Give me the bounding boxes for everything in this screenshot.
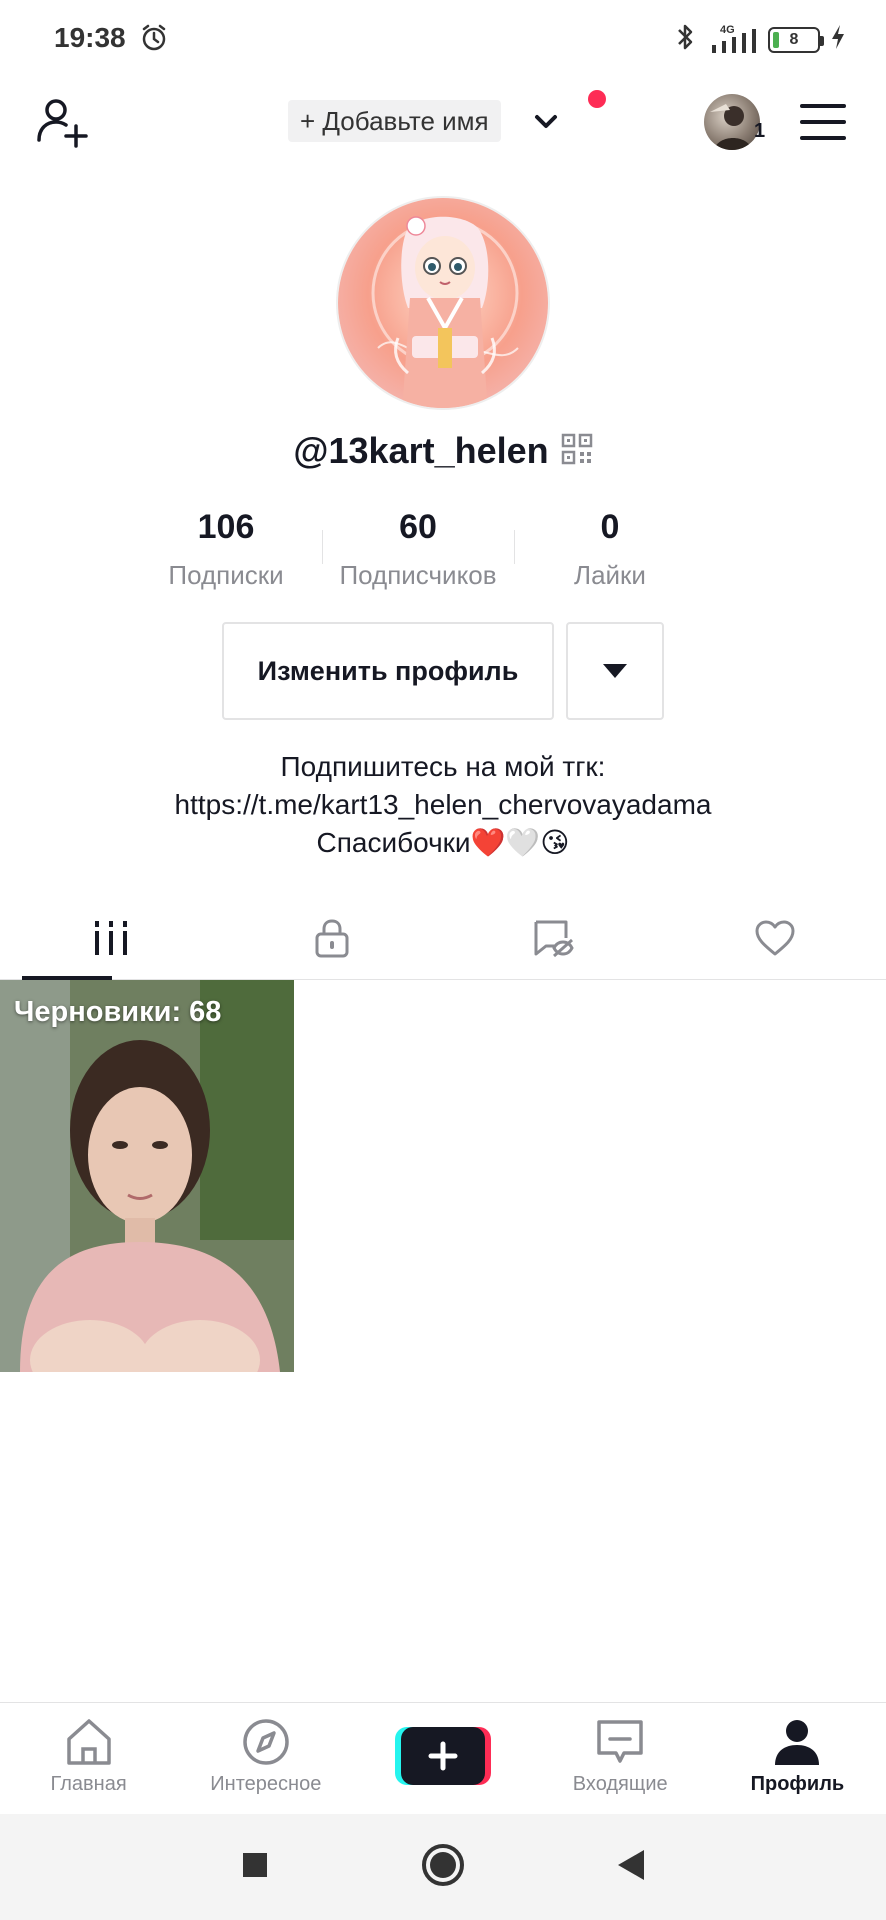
nav-discover[interactable]: Интересное [177, 1703, 354, 1814]
plus-icon [428, 1741, 458, 1771]
stat-following-value: 106 [197, 508, 255, 546]
account-count: 1 [754, 120, 766, 142]
bio-line: Спасибочки❤️🤍😘 [316, 827, 570, 858]
bio-link[interactable]: https://t.me/kart13_helen_chervovayadama [0, 786, 886, 824]
more-options-button[interactable] [566, 622, 664, 720]
create-button[interactable] [395, 1727, 491, 1785]
account-switch-avatar[interactable] [704, 94, 760, 150]
tab-videos[interactable] [0, 896, 222, 980]
nav-inbox-label: Входящие [572, 1773, 668, 1795]
add-name-button[interactable]: + Добавьте имя [288, 100, 501, 142]
qr-code-icon[interactable] [561, 433, 593, 470]
stat-likes[interactable]: 0 Лайки [514, 500, 706, 591]
alarm-icon [138, 22, 170, 59]
drafts-thumbnail [0, 980, 294, 1372]
nav-profile[interactable]: Профиль [709, 1703, 886, 1814]
battery-indicator: 8 [768, 26, 824, 53]
hamburger-menu-icon[interactable] [800, 104, 846, 140]
heart-icon [755, 920, 795, 955]
caret-down-icon [603, 664, 627, 678]
edit-profile-button[interactable]: Изменить профиль [222, 622, 554, 720]
nav-home[interactable]: Главная [0, 1703, 177, 1814]
bottom-navigation: Главная Интересное Входящие Профиль [0, 1702, 886, 1814]
nav-discover-label: Интересное [210, 1773, 322, 1795]
status-icons: 4G 8 [672, 22, 846, 57]
nav-inbox[interactable]: Входящие [532, 1703, 709, 1814]
content-tabs [0, 896, 886, 980]
nav-home-label: Главная [50, 1773, 127, 1795]
status-bar: 19:38 4G 8 [0, 0, 886, 80]
home-circle-icon[interactable] [420, 1842, 466, 1893]
bluetooth-icon [672, 22, 698, 57]
profile-icon [775, 1720, 820, 1765]
stat-followers[interactable]: 60 Подписчиков [322, 500, 514, 591]
nav-profile-label: Профиль [750, 1773, 845, 1795]
system-navigation-bar [0, 1814, 886, 1920]
username: @13kart_helen [293, 430, 549, 471]
videos-grid-icon [94, 920, 127, 955]
add-friend-button[interactable] [34, 94, 94, 154]
battery-level: 8 [789, 30, 799, 48]
recent-apps-icon[interactable] [240, 1850, 270, 1885]
inbox-icon [597, 1720, 643, 1763]
nav-create[interactable] [354, 1703, 531, 1814]
back-icon[interactable] [616, 1848, 646, 1887]
chevron-down-icon[interactable] [532, 108, 560, 136]
charging-icon [830, 24, 846, 55]
stat-likes-value: 0 [600, 508, 620, 546]
stat-following-label: Подписки [168, 560, 284, 590]
status-time: 19:38 [54, 22, 126, 53]
reposts-icon [534, 920, 574, 957]
stat-followers-label: Подписчиков [339, 560, 497, 590]
drafts-tile[interactable]: Черновики: 68 [0, 980, 294, 1372]
profile-stats: 106 Подписки 60 Подписчиков 0 Лайки [130, 500, 706, 591]
tab-reposts[interactable] [443, 896, 665, 979]
drafts-label: Черновики: 68 [14, 996, 222, 1028]
username-row: @13kart_helen [0, 430, 886, 472]
notification-dot [588, 90, 606, 108]
tab-liked[interactable] [665, 896, 886, 979]
stat-followers-value: 60 [399, 508, 437, 546]
bio-line: Подпишитесь на мой тгк: [280, 751, 606, 782]
profile-bio: Подпишитесь на мой тгк: https://t.me/kar… [0, 748, 886, 862]
add-user-icon [37, 99, 88, 148]
avatar-illustration [338, 198, 548, 408]
stat-following[interactable]: 106 Подписки [130, 500, 322, 591]
stat-likes-label: Лайки [574, 560, 646, 590]
lock-icon [315, 918, 349, 957]
signal-icon: 4G [708, 24, 758, 55]
profile-header: + Добавьте имя 1 [0, 80, 886, 180]
compass-icon [243, 1719, 289, 1765]
tab-private[interactable] [222, 896, 444, 979]
home-icon [66, 1719, 111, 1765]
profile-avatar[interactable] [336, 196, 550, 410]
